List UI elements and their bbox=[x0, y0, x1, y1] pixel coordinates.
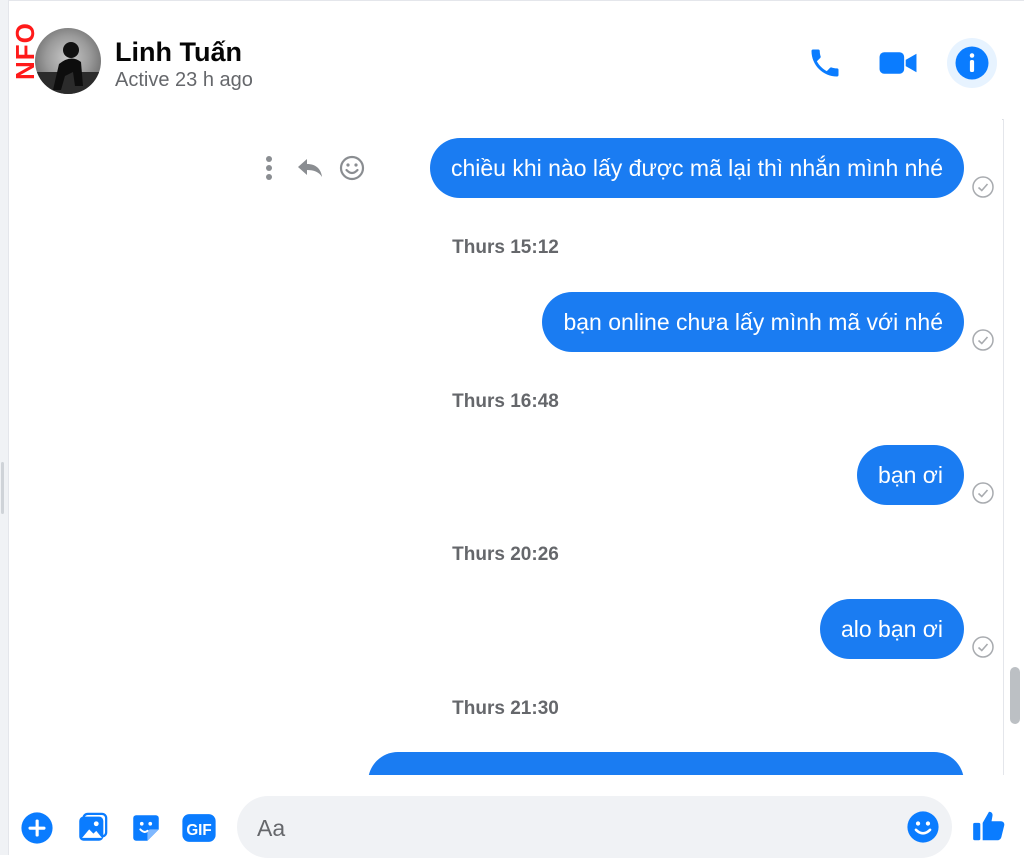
seen-check-icon bbox=[972, 636, 994, 658]
attach-image-button[interactable] bbox=[74, 810, 110, 846]
conversation-header: Linh Tuấn Active 23 h ago bbox=[9, 0, 1024, 120]
phone-icon bbox=[811, 49, 839, 77]
more-actions-button[interactable] bbox=[19, 810, 55, 846]
composer: GIF bbox=[9, 776, 1024, 860]
like-button[interactable] bbox=[969, 806, 1009, 846]
reply-button[interactable] bbox=[293, 153, 327, 183]
watermark-text: NFO bbox=[10, 22, 40, 80]
conversation-info-button[interactable] bbox=[947, 38, 997, 88]
timestamp: Thurs 21:30 bbox=[452, 698, 559, 719]
sticker-button[interactable] bbox=[128, 810, 164, 846]
contact-status: Active 23 h ago bbox=[115, 69, 253, 91]
message-bubble[interactable]: chiều khi nào lấy được mã lại thì nhắn m… bbox=[429, 138, 964, 198]
image-icon bbox=[79, 812, 108, 841]
video-call-button[interactable] bbox=[875, 40, 921, 86]
message-input-container[interactable] bbox=[237, 796, 952, 860]
gif-button[interactable]: GIF bbox=[181, 810, 217, 846]
reply-icon bbox=[298, 159, 322, 177]
more-icon bbox=[266, 156, 272, 180]
timestamp: Thurs 16:48 bbox=[452, 391, 559, 412]
sticker-icon bbox=[133, 815, 159, 841]
resize-handle[interactable] bbox=[1, 462, 4, 514]
like-icon bbox=[973, 811, 1005, 841]
left-rail bbox=[0, 0, 9, 855]
audio-call-button[interactable] bbox=[802, 40, 848, 86]
timestamp: Thurs 20:26 bbox=[452, 544, 559, 565]
message-bubble[interactable]: bạn ơi bbox=[857, 445, 964, 505]
message-bubble[interactable]: bạn online chưa lấy mình mã với nhé bbox=[542, 292, 964, 352]
message-input[interactable] bbox=[255, 796, 899, 860]
emoji-button[interactable] bbox=[906, 810, 940, 844]
more-options-button[interactable] bbox=[259, 153, 279, 183]
contact-name[interactable]: Linh Tuấn bbox=[115, 37, 242, 68]
info-icon bbox=[955, 46, 989, 80]
message-bubble-partial[interactable] bbox=[368, 752, 964, 775]
message-bubble[interactable]: alo bạn ơi bbox=[819, 599, 964, 659]
video-camera-icon bbox=[879, 52, 917, 74]
react-button[interactable] bbox=[337, 153, 367, 183]
message-hover-actions bbox=[259, 153, 369, 183]
emoji-icon bbox=[907, 811, 939, 843]
seen-check-icon bbox=[972, 329, 994, 351]
message-thread[interactable]: chiều khi nào lấy được mã lại thì nhắn m… bbox=[9, 119, 1002, 775]
scrollbar-thumb[interactable] bbox=[1010, 667, 1020, 724]
timestamp: Thurs 15:12 bbox=[452, 237, 559, 258]
gif-label: GIF bbox=[186, 822, 211, 839]
react-icon bbox=[339, 155, 365, 181]
gif-icon: GIF bbox=[182, 814, 216, 842]
message-scrollbar[interactable] bbox=[1003, 119, 1024, 775]
seen-check-icon bbox=[972, 482, 994, 504]
seen-check-icon bbox=[972, 176, 994, 198]
plus-icon bbox=[21, 812, 53, 844]
